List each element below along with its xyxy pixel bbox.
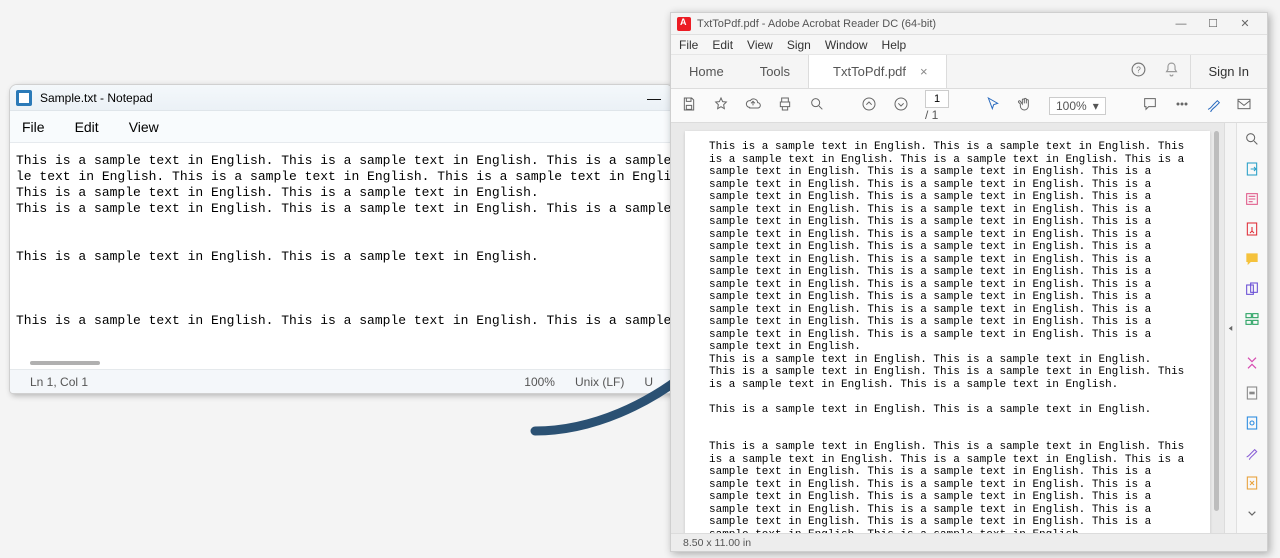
create-pdf-icon[interactable] [1243,221,1261,237]
acrobat-app-icon [677,17,691,31]
page-current-input[interactable] [925,90,949,108]
mail-icon[interactable] [1236,96,1252,115]
notepad-window: Sample.txt - Notepad — File Edit View Th… [9,84,674,394]
close-icon[interactable]: ✕ [1229,13,1261,35]
bell-icon[interactable] [1163,61,1180,83]
notepad-menubar: File Edit View [10,111,673,143]
document-viewport[interactable]: This is a sample text in English. This i… [671,123,1225,533]
redact-icon[interactable] [1243,385,1261,401]
vertical-scrollbar[interactable] [1212,131,1222,511]
fill-sign-icon[interactable] [1243,445,1261,461]
notepad-title: Sample.txt - Notepad [40,91,153,105]
svg-text:?: ? [1136,64,1141,74]
edit-pdf-icon[interactable] [1243,191,1261,207]
tab-tools[interactable]: Tools [742,55,808,88]
pen-sign-icon[interactable] [1206,96,1222,115]
acrobat-tabrow: Home Tools TxtToPdf.pdf × ? Sign In [671,55,1267,89]
menu-sign[interactable]: Sign [787,38,811,52]
acrobat-window: TxtToPdf.pdf - Adobe Acrobat Reader DC (… [670,12,1268,552]
menu-file[interactable]: File [22,119,45,135]
print-icon[interactable] [777,96,793,115]
compress-pdf-icon[interactable] [1243,355,1261,371]
notepad-titlebar[interactable]: Sample.txt - Notepad — [10,85,673,111]
chevron-left-icon: ◂ [1229,323,1233,334]
menu-view[interactable]: View [129,119,159,135]
protect-icon[interactable] [1243,415,1261,431]
tab-document[interactable]: TxtToPdf.pdf × [808,55,947,88]
tab-document-label: TxtToPdf.pdf [833,64,906,79]
combine-files-icon[interactable] [1243,281,1261,297]
help-icon[interactable]: ? [1130,61,1147,83]
minimize-icon[interactable]: — [647,91,661,105]
minimize-icon[interactable]: — [1165,13,1197,35]
menu-window[interactable]: Window [825,38,868,52]
notepad-app-icon [16,90,32,106]
zoom-select[interactable]: 100% ▾ [1049,97,1106,115]
acrobat-menubar: File Edit View Sign Window Help [671,35,1267,55]
notepad-statusbar: Ln 1, Col 1 100% Unix (LF) U [10,369,673,393]
organize-pages-icon[interactable] [1243,311,1261,327]
chevron-down-icon[interactable] [1243,505,1261,521]
sign-in-button[interactable]: Sign In [1190,55,1267,88]
acrobat-toolbar: / 1 100% ▾ [671,89,1267,123]
pdf-page-content: This is a sample text in English. This i… [685,131,1210,533]
status-eol: Unix (LF) [565,375,634,389]
export-pdf-icon[interactable] [1243,161,1261,177]
comment-tool-icon[interactable] [1243,251,1261,267]
acrobat-title: TxtToPdf.pdf - Adobe Acrobat Reader DC (… [697,18,936,30]
save-icon[interactable] [681,96,697,115]
menu-file[interactable]: File [679,38,698,52]
menu-edit[interactable]: Edit [75,119,99,135]
notepad-horizontal-scrollbar[interactable] [30,361,100,365]
page-down-icon[interactable] [893,96,909,115]
page-up-icon[interactable] [861,96,877,115]
page-number-box: / 1 [925,90,949,122]
star-icon[interactable] [713,96,729,115]
tab-close-icon[interactable]: × [920,64,928,79]
more-icon[interactable] [1174,96,1190,115]
zoom-tool-icon[interactable] [1243,131,1261,147]
acrobat-statusbar: 8.50 x 11.00 in [671,533,1267,551]
comment-icon[interactable] [1142,96,1158,115]
page-total: 1 [932,108,939,122]
status-encoding: U [634,375,663,389]
menu-view[interactable]: View [747,38,773,52]
account-icon[interactable] [1266,96,1268,115]
notepad-text-area[interactable]: This is a sample text in English. This i… [10,143,673,369]
maximize-icon[interactable]: ☐ [1197,13,1229,35]
menu-help[interactable]: Help [882,38,907,52]
acrobat-titlebar[interactable]: TxtToPdf.pdf - Adobe Acrobat Reader DC (… [671,13,1267,35]
acrobat-right-sidebar [1237,123,1267,533]
page-dimensions: 8.50 x 11.00 in [683,537,751,549]
page-total-sep: / [925,108,932,122]
sidebar-collapse-toggle[interactable]: ◂ [1225,123,1237,533]
chevron-down-icon: ▾ [1093,99,1099,113]
status-cursor: Ln 1, Col 1 [20,375,98,389]
search-icon[interactable] [809,96,825,115]
selection-arrow-icon[interactable] [985,96,1001,115]
cloud-upload-icon[interactable] [745,96,761,115]
status-zoom: 100% [514,375,565,389]
tab-home[interactable]: Home [671,55,742,88]
menu-edit[interactable]: Edit [712,38,733,52]
convert-pdf-icon[interactable] [1243,475,1261,491]
zoom-value: 100% [1056,99,1087,113]
hand-pan-icon[interactable] [1017,96,1033,115]
